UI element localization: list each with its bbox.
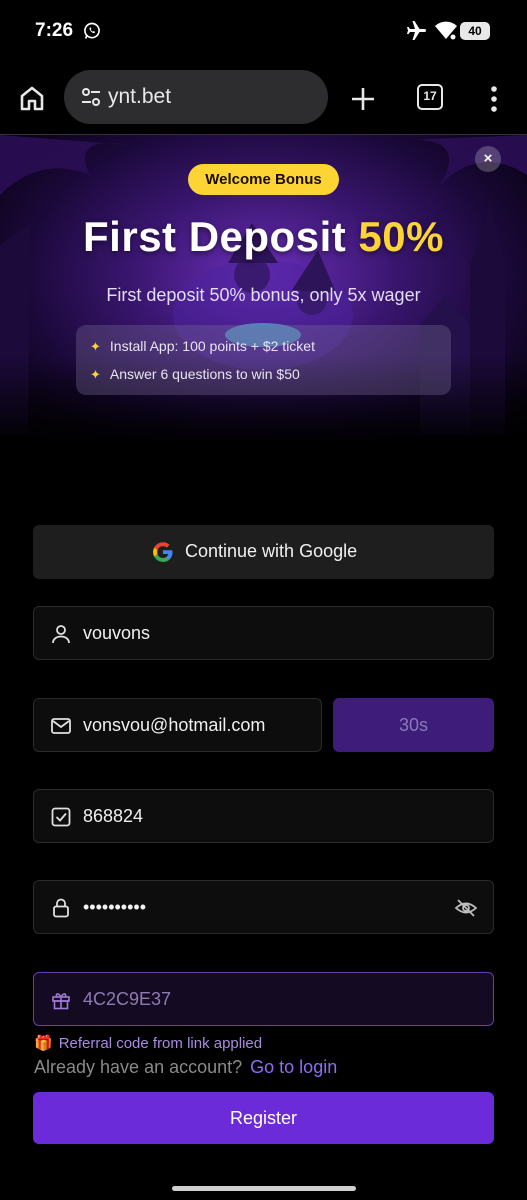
email-value: vonsvou@hotmail.com [83, 715, 266, 735]
email-field[interactable]: vonsvou@hotmail.com [33, 698, 322, 752]
eye-off-icon[interactable] [454, 896, 478, 920]
referral-code-field[interactable]: 4C2C9E37 [33, 972, 494, 1026]
go-to-login-link[interactable]: Go to login [250, 1057, 337, 1077]
username-field[interactable]: vouvons [33, 606, 494, 660]
perk-text: Install App: 100 points + $2 ticket [109, 338, 315, 354]
more-vert-icon[interactable] [484, 84, 504, 114]
perk-item: ✦ Install App: 100 points + $2 ticket [90, 338, 315, 355]
welcome-bonus-badge: Welcome Bonus [188, 164, 339, 195]
google-button-label: Continue with Google [185, 541, 358, 561]
airplane-icon [407, 21, 426, 40]
google-icon [153, 542, 173, 563]
status-bar: 7:26 40 [0, 0, 527, 62]
login-prompt: Already have an account? Go to login [34, 1057, 337, 1078]
browser-toolbar: ynt.bet 17 [0, 62, 527, 134]
tabs-icon[interactable]: 17 [417, 84, 443, 110]
mail-icon [51, 718, 71, 734]
send-code-timer-button[interactable]: 30s [333, 698, 494, 752]
perks-box: ✦ Install App: 100 points + $2 ticket ✦ An… [76, 325, 451, 395]
url-bar[interactable]: ynt.bet [64, 70, 328, 124]
banner-subtitle: First deposit 50% bonus, only 5x wager [106, 285, 421, 305]
user-icon [52, 625, 70, 644]
gesture-bar[interactable] [172, 1186, 356, 1191]
perk-text: Answer 6 questions to win $50 [109, 366, 300, 382]
referral-code-value: 4C2C9E37 [83, 989, 172, 1009]
wifi-icon [435, 21, 457, 40]
gift-emoji-icon: 🎁 [34, 1035, 53, 1052]
url-text: ynt.bet [108, 85, 172, 108]
home-icon[interactable] [16, 82, 48, 114]
whatsapp-icon [84, 22, 100, 39]
referral-applied-note: 🎁 Referral code from link applied [34, 1034, 262, 1052]
headline-main: First Deposit [83, 213, 359, 260]
battery-icon: 40 [460, 22, 490, 40]
verification-code-field[interactable]: 868824 [33, 789, 494, 843]
banner-headline: First Deposit 50% [0, 213, 527, 261]
close-icon[interactable]: × [475, 146, 501, 172]
promo-banner: × Welcome Bonus First Deposit 50% First … [0, 135, 527, 445]
verification-code-value: 868824 [83, 806, 144, 826]
have-account-text: Already have an account? [34, 1057, 243, 1077]
perk-item: ✦ Answer 6 questions to win $50 [90, 366, 300, 383]
register-button[interactable]: Register [33, 1092, 494, 1144]
username-value: vouvons [83, 623, 151, 643]
password-value: •••••••••• [83, 897, 147, 917]
lock-icon [53, 898, 69, 918]
status-time: 7:26 [35, 20, 74, 41]
sparkle-icon: ✦ [90, 367, 101, 382]
gift-icon [52, 993, 70, 1010]
sparkle-icon: ✦ [90, 339, 101, 354]
password-field[interactable]: •••••••••• [33, 880, 494, 934]
referral-note-text: Referral code from link applied [58, 1035, 263, 1052]
continue-with-google-button[interactable]: Continue with Google [33, 525, 494, 579]
tune-icon[interactable] [80, 86, 102, 108]
headline-highlight: 50% [358, 213, 444, 260]
checkbox-icon [51, 807, 71, 827]
plus-icon[interactable] [348, 84, 378, 114]
